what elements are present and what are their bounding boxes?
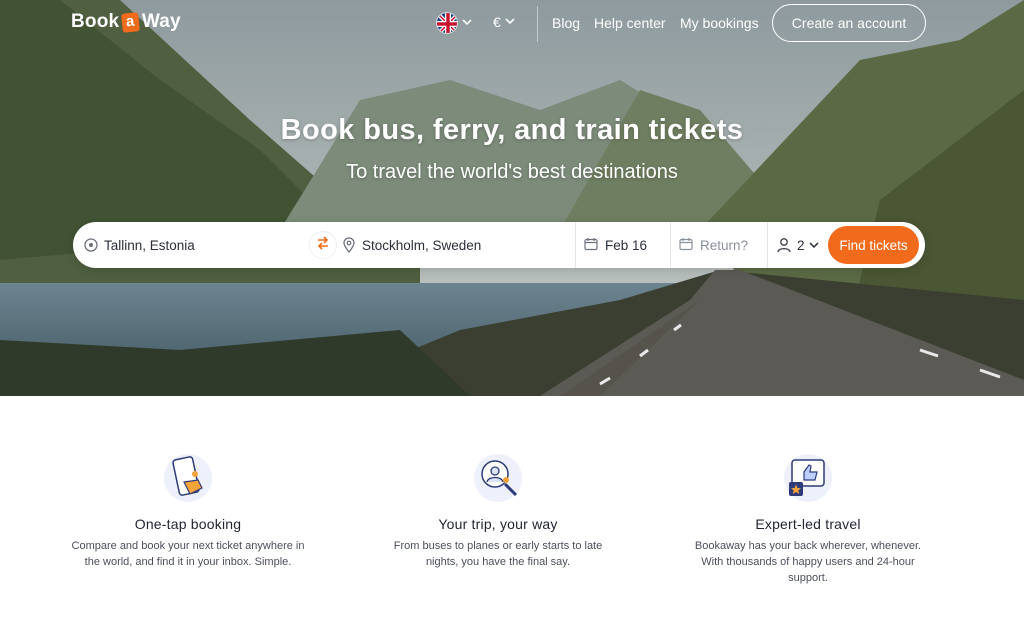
feature-expert-led: Expert-led travel Bookaway has your back… bbox=[688, 452, 928, 586]
calendar-icon bbox=[584, 237, 600, 253]
feature-title: One-tap booking bbox=[134, 516, 242, 532]
hero-title: Book bus, ferry, and train tickets bbox=[280, 114, 744, 146]
feature-description: Compare and book your next ticket anywhe… bbox=[71, 540, 305, 568]
magnifier-person-icon bbox=[472, 452, 524, 504]
calendar-icon bbox=[679, 237, 695, 253]
swap-locations-button[interactable] bbox=[309, 231, 337, 259]
location-pin-icon bbox=[341, 237, 357, 253]
swap-arrows-icon bbox=[316, 235, 330, 255]
chevron-down-icon bbox=[505, 16, 515, 28]
hero-section: Book a Way € Blog Help center My booking… bbox=[0, 0, 1024, 396]
logo-text-suffix: Way bbox=[141, 11, 181, 32]
currency-symbol: € bbox=[493, 14, 501, 30]
nav-link-my-bookings[interactable]: My bookings bbox=[680, 15, 759, 31]
return-date-field[interactable]: Return? bbox=[679, 222, 764, 268]
feature-title: Your trip, your way bbox=[438, 516, 558, 532]
language-selector[interactable] bbox=[436, 12, 472, 34]
search-separator bbox=[767, 222, 768, 268]
features-section: One-tap booking Compare and book your ne… bbox=[0, 396, 1024, 633]
chevron-down-icon bbox=[808, 241, 819, 249]
depart-date-value: Feb 16 bbox=[605, 237, 648, 253]
origin-field[interactable]: Tallinn, Estonia bbox=[83, 222, 303, 268]
feature-title: Expert-led travel bbox=[755, 516, 861, 532]
depart-date-field[interactable]: Feb 16 bbox=[584, 222, 664, 268]
top-navigation: Book a Way € Blog Help center My booking… bbox=[0, 0, 1024, 46]
hero-subtitle: To travel the world's best destinations bbox=[346, 161, 678, 183]
currency-selector[interactable]: € bbox=[493, 14, 515, 30]
search-separator bbox=[670, 222, 671, 268]
origin-value: Tallinn, Estonia bbox=[104, 237, 195, 253]
logo-a-badge: a bbox=[121, 11, 140, 33]
feature-your-trip: Your trip, your way From buses to planes… bbox=[378, 452, 618, 570]
destination-value: Stockholm, Sweden bbox=[362, 237, 482, 253]
thumbs-up-chat-icon bbox=[782, 452, 834, 504]
search-separator bbox=[575, 222, 576, 268]
find-tickets-button[interactable]: Find tickets bbox=[828, 226, 919, 264]
search-bar: Tallinn, Estonia Stockholm, Sweden Feb 1… bbox=[73, 222, 925, 268]
return-date-placeholder: Return? bbox=[700, 237, 749, 253]
origin-circle-icon bbox=[83, 237, 99, 253]
create-account-button[interactable]: Create an account bbox=[772, 4, 926, 42]
nav-link-help-center[interactable]: Help center bbox=[594, 15, 666, 31]
passenger-count: 2 bbox=[797, 237, 805, 253]
bookaway-logo[interactable]: Book a Way bbox=[71, 11, 181, 33]
destination-field[interactable]: Stockholm, Sweden bbox=[341, 222, 571, 268]
nav-link-blog[interactable]: Blog bbox=[552, 15, 580, 31]
passengers-selector[interactable]: 2 bbox=[776, 222, 826, 268]
nav-divider bbox=[537, 6, 538, 42]
hero-landscape-image bbox=[0, 0, 1024, 396]
feature-description: Bookaway has your back wherever, wheneve… bbox=[694, 540, 922, 584]
chevron-down-icon bbox=[462, 17, 472, 29]
feature-one-tap-booking: One-tap booking Compare and book your ne… bbox=[68, 452, 308, 570]
feature-description: From buses to planes or early starts to … bbox=[393, 540, 603, 568]
logo-text-prefix: Book bbox=[71, 11, 120, 32]
phone-tap-icon bbox=[162, 452, 214, 504]
uk-flag-icon bbox=[436, 12, 458, 34]
person-icon bbox=[776, 237, 792, 253]
